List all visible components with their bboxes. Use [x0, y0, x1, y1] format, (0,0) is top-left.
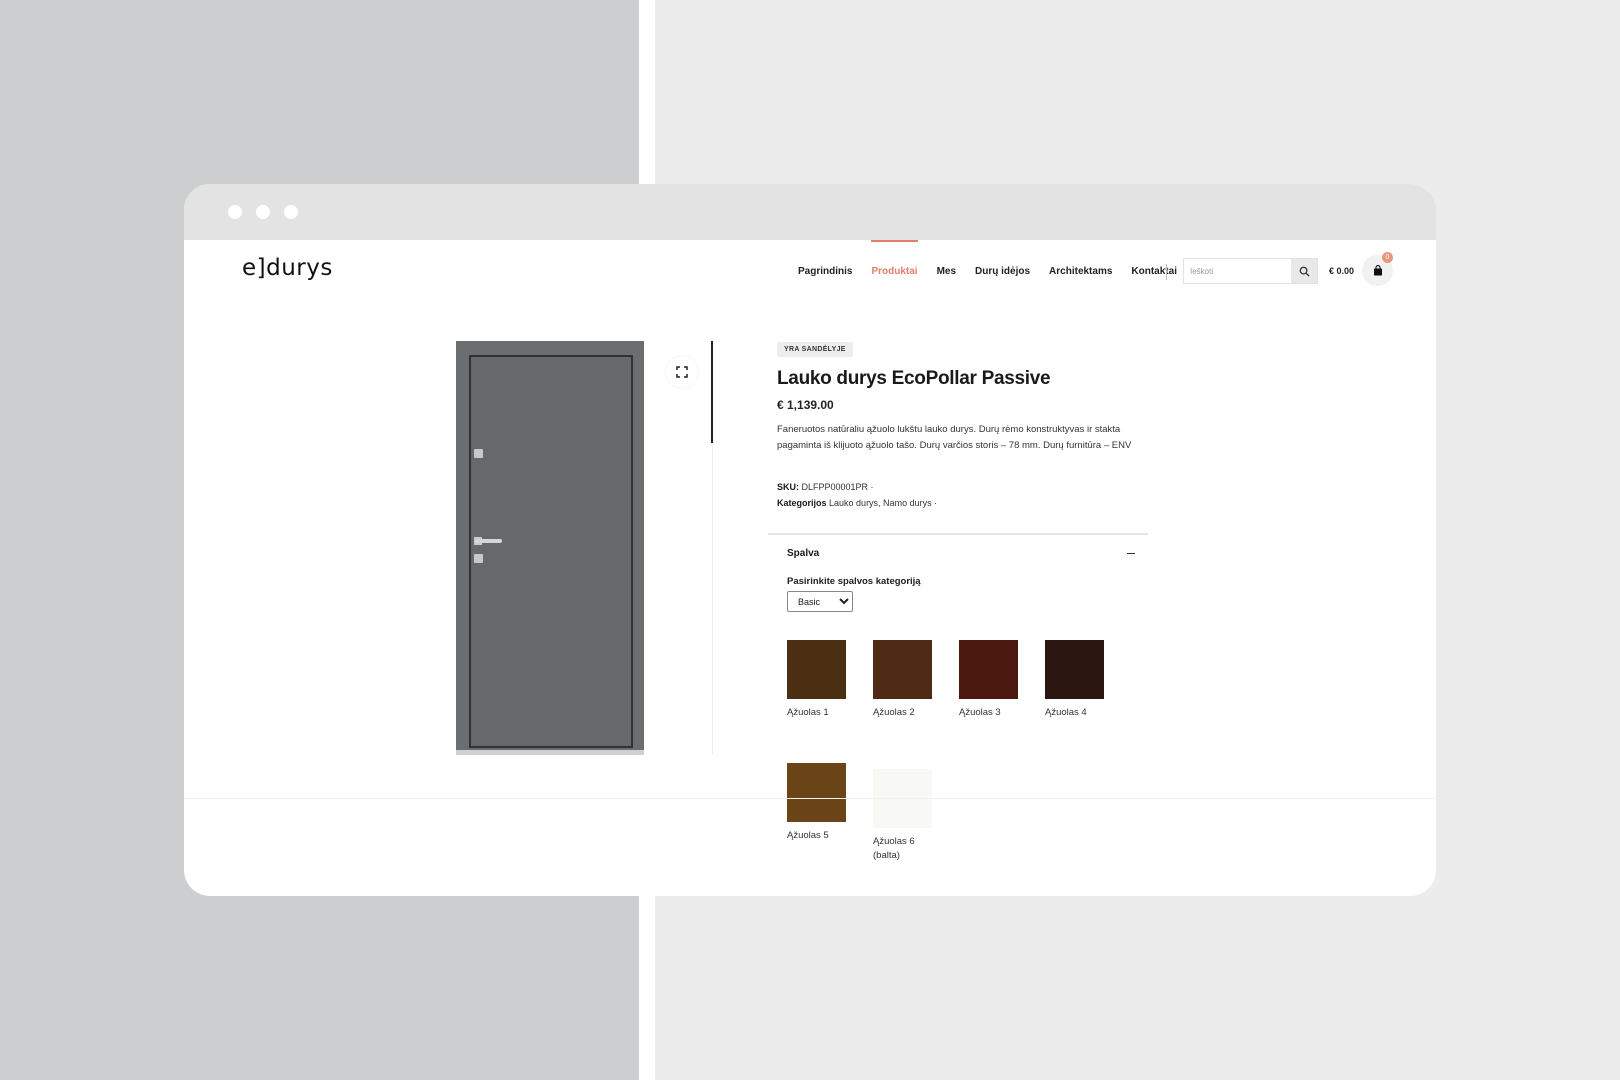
- color-category-select[interactable]: Basic: [787, 591, 853, 612]
- product-title: Lauko durys EcoPollar Passive: [777, 368, 1051, 389]
- swatch-label: Ąžuolas 2: [873, 707, 915, 718]
- search-input[interactable]: [1184, 259, 1292, 283]
- product-sku: SKU: DLFPP00001PR ·: [777, 482, 874, 492]
- cart-count-badge: 0: [1382, 252, 1393, 263]
- stock-badge: YRA SANDĖLYJE: [777, 342, 853, 357]
- swatch-label: Ąžuolas 3: [959, 707, 1001, 718]
- nav-item-duru-idejos[interactable]: Durų idėjos: [975, 266, 1030, 277]
- zoom-button[interactable]: [666, 356, 698, 388]
- nav-item-pagrindinis[interactable]: Pagrindinis: [798, 266, 852, 277]
- product-categories: Kategorijos Lauko durys, Namo durys ·: [777, 498, 937, 508]
- swatch-label: Ąžuolas 5: [787, 830, 829, 841]
- product-image[interactable]: [456, 341, 644, 755]
- swatch-azuolas-4[interactable]: [1045, 640, 1104, 699]
- swatch-label: Ąžuolas 6 (balta): [873, 836, 915, 861]
- window-dot-1: [228, 205, 242, 219]
- swatch-label: Ąžuolas 4: [1045, 707, 1087, 718]
- door-lock-lower: [474, 554, 483, 563]
- fullscreen-icon: [676, 366, 688, 378]
- nav-separator: [1166, 264, 1167, 280]
- cart-total[interactable]: € 0.00: [1329, 266, 1354, 276]
- sku-value: DLFPP00001PR ·: [801, 482, 874, 492]
- door-lock-upper: [474, 449, 483, 458]
- swatch-azuolas-1[interactable]: [787, 640, 846, 699]
- door-panel: [469, 355, 633, 748]
- gallery-scroll-thumb[interactable]: [711, 341, 713, 443]
- nav-item-mes[interactable]: Mes: [937, 266, 956, 277]
- color-accordion-title[interactable]: Spalva: [787, 548, 819, 559]
- window-dot-3: [284, 205, 298, 219]
- browser-window: e]durys Pagrindinis Produktai Mes Durų i…: [184, 184, 1436, 896]
- door-handle: [475, 539, 502, 543]
- nav-item-kontaktai[interactable]: Kontaktai: [1131, 266, 1177, 277]
- nav-item-architektams[interactable]: Architektams: [1049, 266, 1112, 277]
- site-logo[interactable]: e]durys: [242, 255, 333, 281]
- search-box: [1183, 258, 1318, 284]
- section-divider: [768, 533, 1148, 535]
- categories-label: Kategorijos: [777, 498, 827, 508]
- content-bottom-border: [184, 798, 1436, 799]
- search-icon: [1299, 266, 1310, 277]
- nav-item-produktai[interactable]: Produktai: [871, 240, 918, 277]
- swatch-azuolas-2[interactable]: [873, 640, 932, 699]
- categories-links[interactable]: Lauko durys, Namo durys ·: [829, 498, 937, 508]
- door-threshold: [456, 750, 644, 755]
- shopping-bag-icon: [1373, 265, 1382, 276]
- swatch-azuolas-5[interactable]: [787, 763, 846, 822]
- collapse-minus-icon[interactable]: [1127, 553, 1135, 554]
- window-dot-2: [256, 205, 270, 219]
- swatch-label: Ąžuolas 1: [787, 707, 829, 718]
- browser-titlebar: [184, 184, 1436, 240]
- search-button[interactable]: [1291, 259, 1317, 283]
- product-description: Faneruotos natūraliu ąžuolo lukštu lauko…: [777, 424, 1132, 451]
- sku-label: SKU:: [777, 482, 799, 492]
- color-category-label: Pasirinkite spalvos kategoriją: [787, 576, 921, 587]
- product-price: € 1,139.00: [777, 398, 834, 412]
- main-nav: Pagrindinis Produktai Mes Durų idėjos Ar…: [798, 240, 1196, 277]
- swatch-azuolas-3[interactable]: [959, 640, 1018, 699]
- site-header: e]durys Pagrindinis Produktai Mes Durų i…: [184, 240, 1436, 300]
